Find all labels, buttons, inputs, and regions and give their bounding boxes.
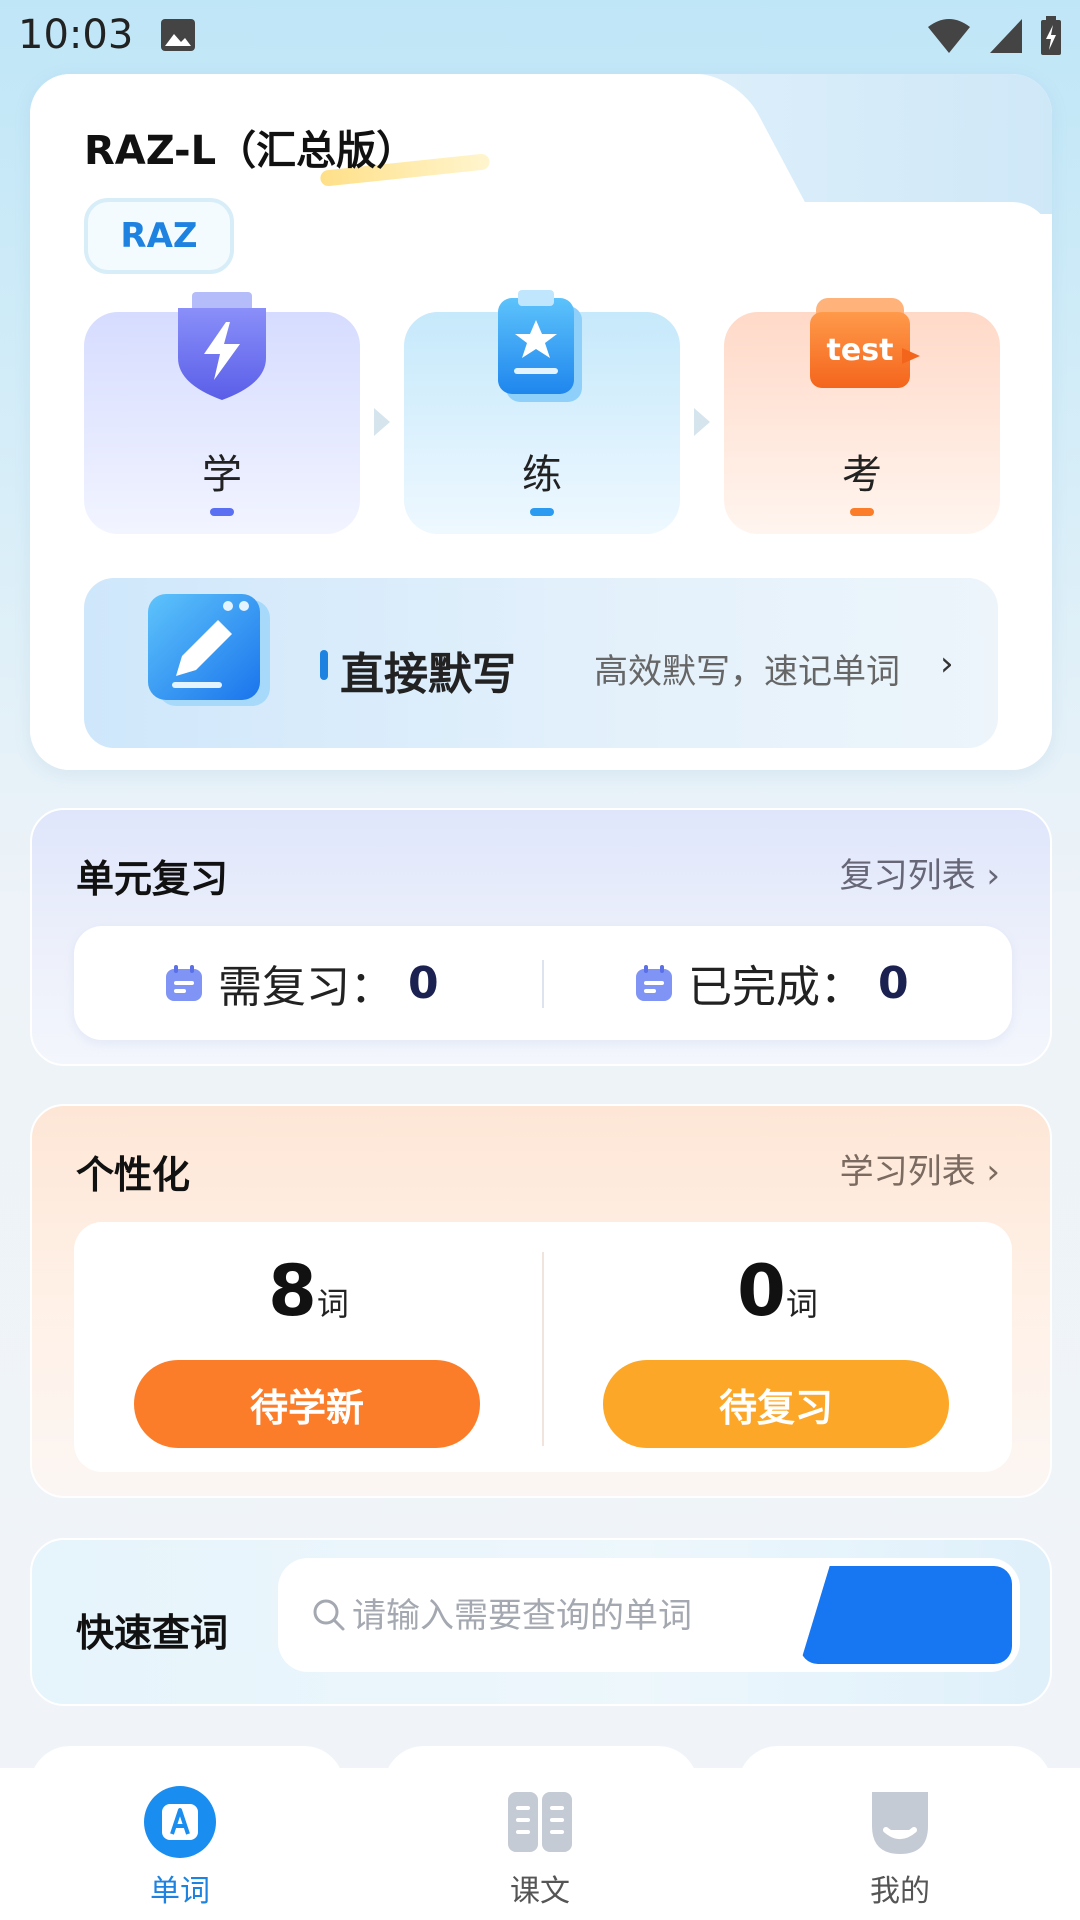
nav-profile[interactable]: 我的	[820, 1786, 980, 1909]
status-right	[926, 16, 1062, 56]
book-icon	[508, 1792, 572, 1852]
step-learn-label: 学	[202, 452, 242, 498]
profile-icon	[872, 1792, 928, 1854]
search-icon	[313, 1599, 345, 1631]
dictation-title: 直接默写	[340, 649, 516, 700]
quick-lookup-card: 快速查词	[30, 1538, 1052, 1706]
test-folder-icon: test	[810, 298, 920, 388]
signal-icon	[990, 19, 1022, 53]
step-arrow-icon	[694, 408, 710, 436]
unit-review-card: 单元复习 复习列表 › 需复习： 0 已完成： 0	[30, 808, 1052, 1066]
pending-review-button[interactable]: 待复习	[603, 1360, 949, 1448]
done-review-label: 已完成：	[688, 962, 864, 1013]
need-review-value: 0	[408, 957, 439, 1009]
search-button[interactable]	[800, 1566, 1012, 1664]
book-title[interactable]: RAZ-L（汇总版）	[84, 118, 416, 176]
nav-texts-label: 课文	[510, 1874, 570, 1909]
new-words-column: 8词 待学新	[74, 1222, 543, 1472]
unit-review-title: 单元复习	[76, 857, 229, 901]
review-stats: 需复习： 0 已完成： 0	[74, 926, 1012, 1040]
book-card: RAZ-L（汇总版） RAZ 学 练 test 考 直接默写 高效默写，速记单词…	[30, 74, 1052, 770]
dictation-accent-bar	[320, 650, 328, 680]
review-list-link[interactable]: 复习列表 ›	[840, 848, 1000, 897]
svg-text:test: test	[827, 333, 894, 368]
new-words-count: 8词	[268, 1250, 349, 1332]
lightning-shield-icon	[178, 292, 266, 400]
battery-icon	[1041, 16, 1061, 55]
status-time: 10:03	[18, 12, 134, 58]
calendar-icon	[166, 965, 202, 1001]
word-icon	[144, 1786, 216, 1858]
done-review-value: 0	[878, 957, 909, 1009]
search-box[interactable]	[278, 1558, 1020, 1672]
step-arrow-icon	[374, 408, 390, 436]
bottom-nav: 单词 课文 我的	[0, 1768, 1080, 1920]
calendar-icon	[636, 965, 672, 1001]
book-tag[interactable]: RAZ	[84, 198, 234, 274]
step-learn[interactable]: 学	[84, 292, 360, 534]
image-notification-icon	[161, 19, 195, 51]
star-clipboard-icon	[498, 290, 582, 402]
pencil-board-icon	[148, 594, 270, 706]
step-test[interactable]: test 考	[724, 298, 1000, 534]
status-bar: 10:03	[0, 0, 1080, 72]
study-list-link[interactable]: 学习列表 ›	[840, 1144, 1000, 1193]
quick-lookup-label: 快速查词	[76, 1611, 229, 1655]
nav-texts[interactable]: 课文	[460, 1786, 620, 1909]
step-test-indicator	[850, 508, 874, 516]
review-words-column: 0词 待复习	[543, 1222, 1012, 1472]
nav-profile-label: 我的	[870, 1874, 930, 1909]
chevron-right-icon: ›	[940, 644, 954, 684]
dictation-entry[interactable]: 直接默写 高效默写，速记单词 ›	[84, 578, 998, 748]
need-review-label: 需复习：	[218, 962, 394, 1013]
wifi-icon	[928, 19, 970, 53]
personalized-title: 个性化	[76, 1153, 191, 1197]
personalized-card: 个性化 学习列表 › 8词 待学新 0词 待复习	[30, 1104, 1052, 1498]
learn-new-button[interactable]: 待学新	[134, 1360, 480, 1448]
step-practice-indicator	[530, 508, 554, 516]
step-practice[interactable]: 练	[404, 290, 680, 534]
done-review-stat[interactable]: 已完成： 0	[634, 926, 909, 1040]
review-words-count: 0词	[737, 1250, 818, 1332]
review-divider	[542, 960, 544, 1008]
personalized-stats: 8词 待学新 0词 待复习	[74, 1222, 1012, 1472]
step-learn-indicator	[210, 508, 234, 516]
dictation-subtitle: 高效默写，速记单词	[594, 652, 900, 692]
nav-words-label: 单词	[150, 1874, 210, 1909]
search-input[interactable]	[352, 1586, 772, 1646]
step-practice-label: 练	[522, 452, 562, 498]
step-test-label: 考	[842, 452, 882, 498]
nav-words[interactable]: 单词	[100, 1786, 260, 1909]
need-review-stat[interactable]: 需复习： 0	[164, 926, 439, 1040]
